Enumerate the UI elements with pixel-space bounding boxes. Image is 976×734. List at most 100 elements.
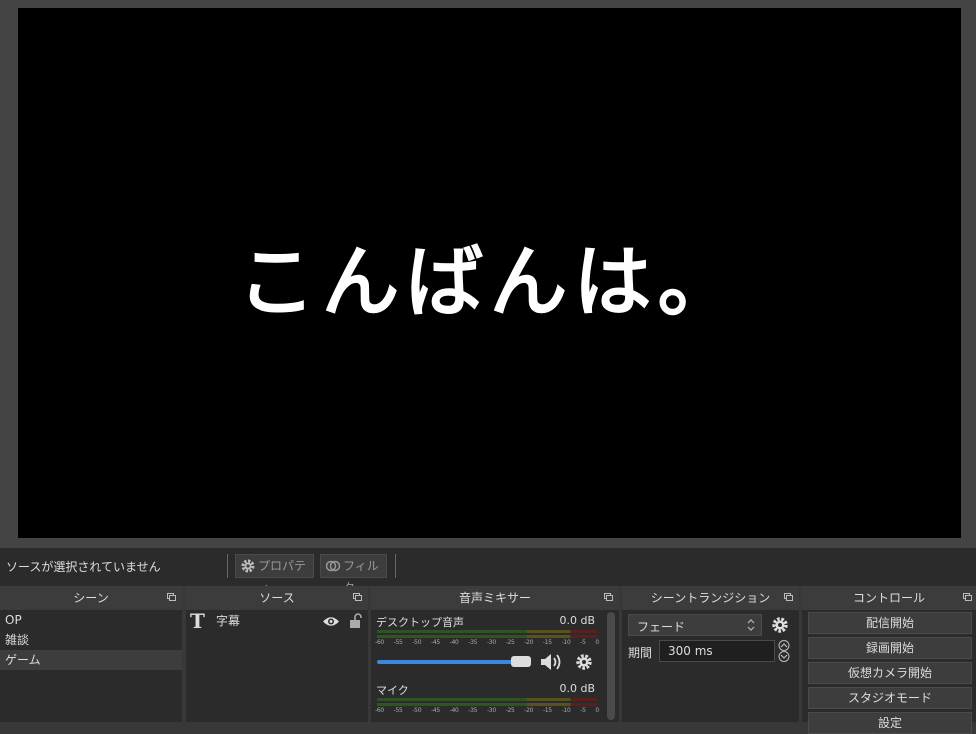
track-level: 0.0 dB (559, 614, 595, 627)
studio-mode-button[interactable]: スタジオモード (808, 687, 972, 709)
start-streaming-button[interactable]: 配信開始 (808, 612, 972, 634)
scene-item-game[interactable]: ゲーム (0, 650, 182, 670)
no-source-selected-label: ソースが選択されていません (6, 560, 161, 574)
transitions-dock-title: シーントランジション (622, 586, 799, 610)
undock-icon[interactable] (167, 593, 176, 601)
gear-icon (241, 559, 255, 573)
mixer-track-mic: マイク 0.0 dB -60 -55 -50 -45 -40 -35 -30 -25 -20 -1… (371, 680, 603, 722)
audio-mixer-dock: 音声ミキサー デスクトップ音声 0.0 dB -60 -55 -50 -45 -40 -3… (371, 586, 619, 722)
scale-tick: 0 (595, 639, 599, 646)
gear-icon[interactable] (575, 653, 593, 671)
scale-tick: -5 (580, 639, 586, 646)
controls-dock-title: コントロール (802, 586, 976, 610)
scale-tick: -20 (524, 639, 534, 646)
separator (227, 554, 228, 578)
transitions-title: シーントランジション (650, 591, 771, 605)
scene-item-chat[interactable]: 雑談 (0, 630, 182, 650)
volume-slider-handle[interactable] (511, 656, 531, 667)
track-level: 0.0 dB (559, 682, 595, 695)
undock-icon[interactable] (604, 593, 613, 601)
gear-icon[interactable] (771, 616, 789, 634)
sources-list: T 字幕 (186, 610, 368, 722)
mixer-dock-title: 音声ミキサー (371, 586, 619, 610)
scenes-list: OP 雑談 ゲーム (0, 610, 182, 722)
mixer-title: 音声ミキサー (458, 591, 531, 605)
duration-input[interactable]: 300 ms (659, 640, 775, 662)
scale-tick: -25 (505, 639, 515, 646)
chevron-updown-icon (747, 619, 755, 631)
undock-icon[interactable] (353, 593, 362, 601)
speaker-icon[interactable] (539, 652, 565, 672)
volume-meter (377, 630, 597, 633)
preview-canvas[interactable]: こんばんは。 (18, 8, 961, 538)
filter-icon (325, 560, 341, 572)
scale-tick: -30 (486, 707, 496, 714)
undock-icon[interactable] (784, 593, 793, 601)
transitions-body: フェード 期間 300 ms (622, 610, 799, 722)
volume-meter (377, 698, 597, 701)
duration-label: 期間 (628, 646, 653, 660)
sources-dock-title: ソース (186, 586, 368, 610)
track-name: デスクトップ音声 (376, 616, 464, 629)
scenes-dock: シーン OP 雑談 ゲーム (0, 586, 182, 722)
source-name: 字幕 (216, 614, 241, 628)
mixer-tracks: デスクトップ音声 0.0 dB -60 -55 -50 -45 -40 -35 -30 -25… (371, 610, 619, 722)
meter-scale: -60 -55 -50 -45 -40 -35 -30 -25 -20 -15 -10 -5 0 (375, 707, 599, 714)
scale-tick: -10 (561, 639, 571, 646)
preview-subtitle-text: こんばんは。 (237, 238, 742, 328)
scale-tick: -20 (524, 707, 534, 714)
duration-value: 300 ms (668, 644, 713, 658)
controls-dock: コントロール 配信開始 録画開始 仮想カメラ開始 スタジオモード 設定 (802, 586, 976, 734)
eye-icon[interactable] (322, 616, 340, 627)
scale-tick: -40 (449, 707, 459, 714)
scale-tick: -45 (430, 707, 440, 714)
sources-title: ソース (259, 591, 295, 605)
scale-tick: -50 (412, 639, 422, 646)
settings-button[interactable]: 設定 (808, 712, 972, 734)
scale-tick: -60 (375, 707, 384, 714)
sources-dock: ソース T 字幕 (186, 586, 368, 722)
controls-title: コントロール (852, 591, 925, 605)
scene-item-op[interactable]: OP (0, 610, 182, 630)
scale-tick: -55 (393, 639, 403, 646)
scale-tick: -10 (561, 707, 571, 714)
duration-stepper[interactable] (777, 640, 791, 662)
scale-tick: -45 (430, 639, 440, 646)
preview-area: こんばんは。 (0, 0, 976, 548)
text-icon: T (190, 609, 205, 633)
separator (395, 554, 396, 578)
undock-icon[interactable] (963, 593, 972, 601)
meter-scale: -60 -55 -50 -45 -40 -35 -30 -25 -20 -15 -10 -5 0 (375, 639, 599, 646)
volume-slider[interactable] (377, 660, 531, 664)
scale-tick: -55 (393, 707, 403, 714)
start-recording-button[interactable]: 録画開始 (808, 637, 972, 659)
scale-tick: -35 (468, 639, 478, 646)
scale-tick: -5 (580, 707, 586, 714)
scale-tick: -60 (375, 639, 384, 646)
start-virtual-camera-button[interactable]: 仮想カメラ開始 (808, 662, 972, 684)
transition-select-value: フェード (637, 620, 686, 634)
properties-button[interactable]: プロパティ (235, 554, 314, 595)
controls-body: 配信開始 録画開始 仮想カメラ開始 スタジオモード 設定 (802, 610, 976, 734)
scene-transitions-dock: シーントランジション フェード 期間 300 ms (622, 586, 799, 722)
volume-meter (377, 703, 597, 706)
scale-tick: -25 (505, 707, 515, 714)
scale-tick: -30 (486, 639, 496, 646)
unlock-icon[interactable] (349, 613, 363, 628)
scale-tick: -15 (542, 639, 552, 646)
scenes-title: シーン (73, 591, 109, 605)
mixer-scrollbar[interactable] (607, 612, 615, 720)
volume-meter (377, 635, 597, 638)
context-bar: ソースが選択されていません プロパティ フィルタ (0, 548, 976, 595)
scale-tick: -15 (542, 707, 552, 714)
scale-tick: -50 (412, 707, 422, 714)
filters-button[interactable]: フィルタ (320, 554, 387, 595)
source-item[interactable]: T 字幕 (186, 610, 368, 632)
track-name: マイク (376, 684, 409, 697)
transition-select[interactable]: フェード (628, 614, 762, 636)
scale-tick: -35 (468, 707, 478, 714)
scenes-dock-title: シーン (0, 586, 182, 610)
mixer-track-desktop: デスクトップ音声 0.0 dB -60 -55 -50 -45 -40 -35 -30 -25… (371, 610, 603, 678)
scale-tick: -40 (449, 639, 459, 646)
scale-tick: 0 (595, 707, 599, 714)
